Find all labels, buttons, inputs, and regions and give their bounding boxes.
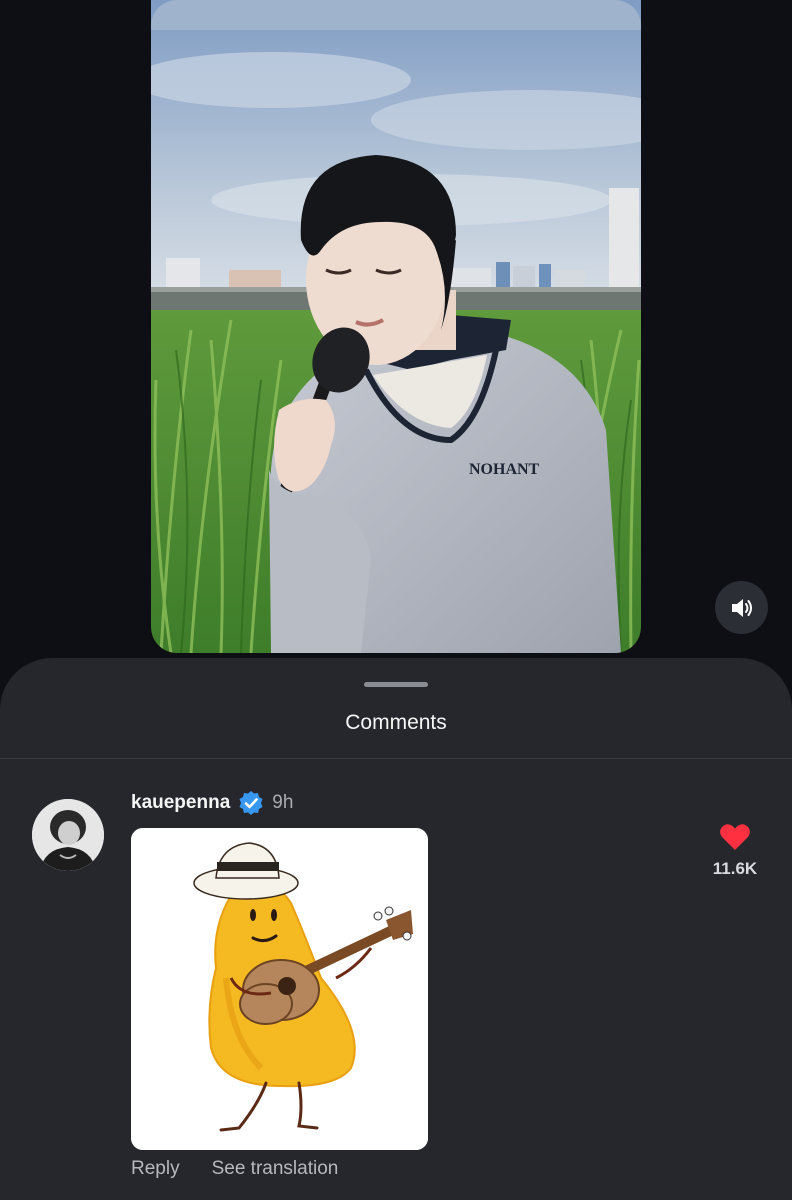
comments-sheet: Comments kauepenna 9h Reply See translat…	[0, 658, 792, 1200]
divider	[0, 758, 792, 759]
video-player[interactable]: NOHANT	[151, 0, 641, 653]
drag-handle[interactable]	[364, 682, 428, 687]
avatar-image	[32, 799, 104, 871]
papaya-guitar-sticker	[131, 828, 428, 1150]
comment-username[interactable]: kauepenna	[131, 792, 230, 814]
comment-timestamp: 9h	[272, 792, 294, 813]
like-block: 11.6K	[700, 823, 770, 879]
heart-icon[interactable]	[719, 823, 751, 851]
verified-badge-icon	[239, 791, 263, 815]
comment-item: kauepenna 9h Reply See translation 11.6K	[0, 778, 792, 1198]
svg-text:NOHANT: NOHANT	[469, 461, 540, 478]
like-count: 11.6K	[712, 859, 758, 878]
avatar[interactable]	[32, 799, 104, 871]
reply-button[interactable]: Reply	[131, 1158, 180, 1180]
video-frame-image: NOHANT	[151, 0, 641, 653]
comment-actions: Reply See translation	[131, 1158, 338, 1180]
comment-header: kauepenna 9h	[131, 790, 293, 816]
see-translation-button[interactable]: See translation	[212, 1158, 339, 1180]
speaker-icon	[731, 598, 752, 617]
app-screen: NOHANT Comments kauepenna 9h Reply See t…	[0, 0, 792, 1200]
mute-button[interactable]	[715, 581, 768, 634]
sheet-title: Comments	[345, 711, 447, 734]
comment-sticker[interactable]	[131, 828, 428, 1150]
